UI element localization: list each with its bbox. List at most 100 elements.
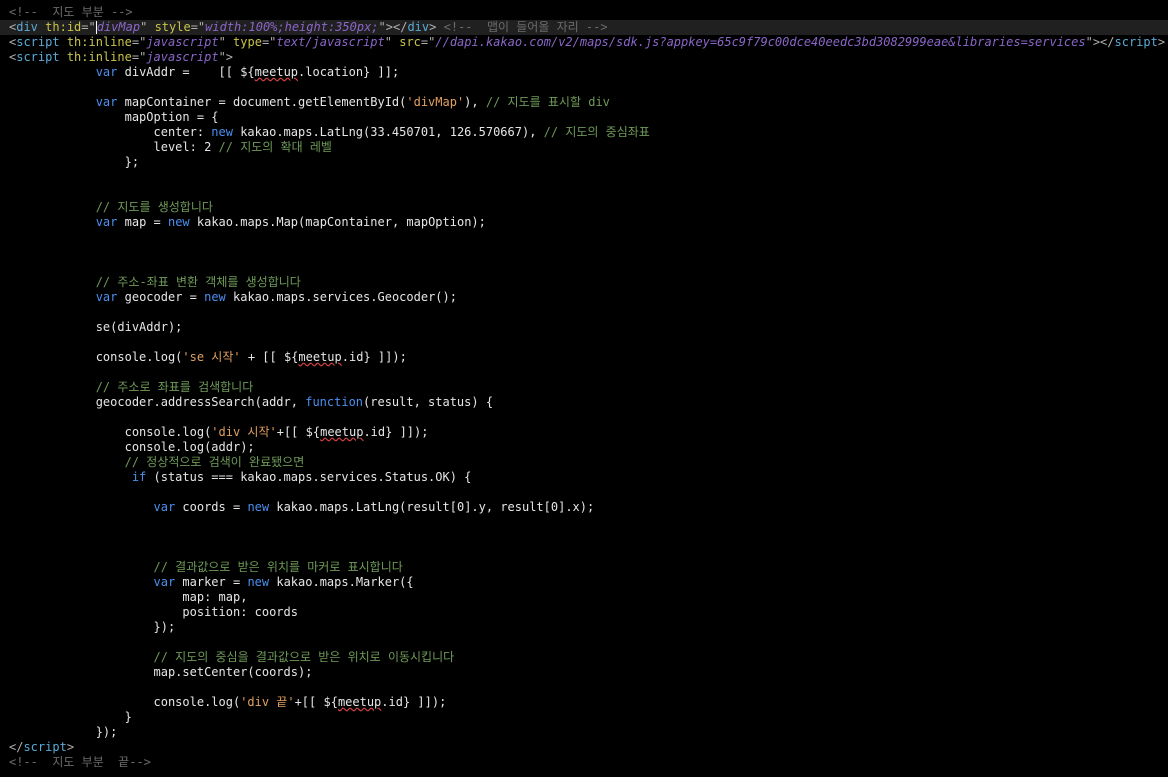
code-token: script xyxy=(23,740,67,754)
code-token: var xyxy=(95,65,118,79)
code-token: </ xyxy=(392,20,408,34)
code-line: </script> xyxy=(0,740,1168,755)
code-line: // 지도의 중심을 결과값으로 받은 위치로 이동시킵니다 xyxy=(0,650,1168,665)
code-token: javascript xyxy=(146,35,219,49)
code-token: javascript xyxy=(146,50,219,64)
code-line: position: coords xyxy=(0,605,1168,620)
code-token: th:inline xyxy=(66,50,132,64)
code-token: script xyxy=(1114,35,1158,49)
code-token: // 주소-좌표 변환 객체를 생성합니다 xyxy=(95,275,301,289)
code-token: kakao.maps.LatLng(result[0].y, result[0]… xyxy=(269,500,595,514)
code-token: th:id xyxy=(45,20,82,34)
code-token: console.log(addr); xyxy=(9,440,255,454)
code-line: level: 2 // 지도의 확대 레벨 xyxy=(0,140,1168,155)
code-token: // 결과값으로 받은 위치를 마커로 표시합니다 xyxy=(153,560,403,574)
code-token: =" xyxy=(131,35,147,49)
code-token: ), xyxy=(464,95,486,109)
code-token: =" xyxy=(81,20,96,34)
code-token: script xyxy=(16,35,60,49)
code-token: function xyxy=(305,395,364,409)
code-token: =" xyxy=(131,50,147,64)
code-token: new xyxy=(247,500,270,514)
code-token: .id} ]]); xyxy=(381,695,447,709)
code-token: " xyxy=(384,35,392,49)
code-line: // 결과값으로 받은 위치를 마커로 표시합니다 xyxy=(0,560,1168,575)
code-token: coords = xyxy=(175,500,248,514)
code-line: map.setCenter(coords); xyxy=(0,665,1168,680)
code-token: kakao.maps.Map(mapContainer, mapOption); xyxy=(189,215,486,229)
code-token: new xyxy=(204,290,226,304)
code-token: var xyxy=(153,500,176,514)
code-token: </ xyxy=(9,740,24,754)
code-token: var xyxy=(95,215,118,229)
code-token: marker = xyxy=(175,575,248,589)
code-line: <!-- 지도 부분 끝--> xyxy=(0,755,1168,770)
code-token: }); xyxy=(9,725,118,739)
code-token: + [[ ${ xyxy=(240,350,299,364)
code-token: (status === kakao.maps.services.Status.O… xyxy=(146,470,472,484)
code-editor[interactable]: <!-- 지도 부분 --> <div th:id="divMap" style=… xyxy=(0,0,1168,777)
code-token: map = xyxy=(117,215,168,229)
code-token: .id} ]]); xyxy=(341,350,407,364)
code-token: //dapi.kakao.com/v2/maps/sdk.js?appkey=6… xyxy=(435,35,1086,49)
code-token: =" xyxy=(261,35,277,49)
code-token: script xyxy=(16,50,60,64)
code-token: // 지도의 확대 레벨 xyxy=(218,140,332,154)
code-line: // 지도를 생성합니다 xyxy=(0,200,1168,215)
code-token: position: coords xyxy=(9,605,298,619)
code-token: console.log( xyxy=(9,425,212,439)
code-token: console.log( xyxy=(9,695,241,709)
code-token: mapOption = { xyxy=(9,110,219,124)
code-line: // 주소로 좌표를 검색합니다 xyxy=(0,380,1168,395)
code-token: // 지도를 표시할 div xyxy=(485,95,610,109)
code-token: kakao.maps.LatLng(33.450701, 126.570667)… xyxy=(232,125,544,139)
code-token: se(divAddr); xyxy=(9,320,183,334)
code-token: +[[ ${ xyxy=(276,425,321,439)
code-token: // 주소로 좌표를 검색합니다 xyxy=(95,380,254,394)
code-token: <!-- 맵이 들어올 자리 --> xyxy=(443,20,608,34)
code-line: geocoder.addressSearch(addr, function(re… xyxy=(0,395,1168,410)
code-line: var coords = new kakao.maps.LatLng(resul… xyxy=(0,500,1168,515)
code-token: div xyxy=(407,20,430,34)
code-token: kakao.maps.services.Geocoder(); xyxy=(225,290,457,304)
code-token: mapContainer = document.getElementById( xyxy=(117,95,407,109)
code-token: meetup xyxy=(320,425,364,439)
code-line: if (status === kakao.maps.services.Statu… xyxy=(0,470,1168,485)
code-token: " xyxy=(218,35,226,49)
code-token: .location} ]]; xyxy=(298,65,400,79)
code-line: } xyxy=(0,710,1168,725)
code-token: new xyxy=(167,215,190,229)
code-token: type xyxy=(233,35,262,49)
code-line: }); xyxy=(0,620,1168,635)
code-line: console.log('se 시작' + [[ ${meetup.id} ]]… xyxy=(0,350,1168,365)
code-line: }); xyxy=(0,725,1168,740)
code-token: div xyxy=(16,20,38,34)
code-token: divMap xyxy=(96,20,141,34)
code-token: geocoder = xyxy=(117,290,205,304)
code-token: } xyxy=(9,710,132,724)
code-token: "> xyxy=(218,50,234,64)
code-line: var mapContainer = document.getElementBy… xyxy=(0,95,1168,110)
code-line: var divAddr = [[ ${meetup.location} ]]; xyxy=(0,65,1168,80)
code-token: // 지도의 중심좌표 xyxy=(543,125,650,139)
code-token: map.setCenter(coords); xyxy=(9,665,313,679)
code-token: =" xyxy=(420,35,436,49)
code-token: 'se 시작' xyxy=(182,350,241,364)
code-token: var xyxy=(95,95,118,109)
code-token: 'div 시작' xyxy=(211,425,277,439)
code-line: var geocoder = new kakao.maps.services.G… xyxy=(0,290,1168,305)
code-line: // 정상적으로 검색이 완료됐으면 xyxy=(0,455,1168,470)
code-token: 'divMap' xyxy=(406,95,465,109)
